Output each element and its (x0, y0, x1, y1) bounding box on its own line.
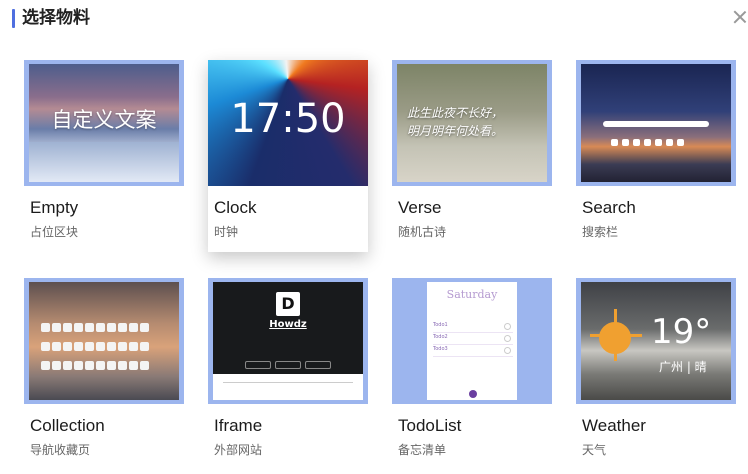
card-thumbnail: 17:50 (208, 60, 368, 186)
card-thumbnail: Saturday Todo1 Todo2 Todo3 (392, 278, 552, 404)
thumb-clock-time: 17:50 (230, 96, 346, 142)
material-card-search[interactable]: Search 搜索栏 (576, 60, 736, 252)
material-card-clock[interactable]: 17:50 Clock 时钟 (208, 60, 368, 252)
card-desc: 随机古诗 (398, 225, 447, 239)
card-name: Collection (30, 416, 105, 435)
thumb-verse-line: 明月明年何处看。 (407, 124, 504, 138)
material-card-empty[interactable]: 自定义文案 Empty 占位区块 (24, 60, 184, 252)
title-accent-bar (12, 9, 15, 28)
thumb-custom-text: 自定义文案 (51, 108, 157, 132)
thumb-logo-icon: D (276, 292, 300, 316)
card-name: TodoList (398, 416, 462, 435)
card-desc: 占位区块 (30, 225, 79, 239)
thumb-verse-line: 此生此夜不长好， (407, 106, 504, 120)
card-name: Iframe (214, 416, 263, 435)
thumb-temperature: 19° (651, 312, 712, 352)
card-desc: 导航收藏页 (30, 443, 91, 457)
thumb-todo-item: Todo3 (433, 346, 513, 357)
thumb-todo-item: Todo1 (433, 322, 513, 333)
close-icon[interactable] (732, 9, 748, 25)
thumb-todo-item: Todo2 (433, 334, 513, 345)
card-thumbnail: 自定义文案 (24, 60, 184, 186)
card-name: Weather (582, 416, 646, 435)
material-card-verse[interactable]: 此生此夜不长好， 明月明年何处看。 Verse 随机古诗 (392, 60, 552, 252)
thumb-todo-day: Saturday (446, 288, 498, 301)
card-desc: 时钟 (214, 225, 239, 239)
material-card-iframe[interactable]: D Howdz Iframe 外部网站 (208, 278, 368, 470)
thumb-content-lines (223, 382, 353, 397)
card-thumbnail (576, 60, 736, 186)
card-thumbnail (24, 278, 184, 404)
thumb-search-bar (603, 121, 709, 127)
thumb-site-title: Howdz (269, 319, 307, 330)
thumb-bookmark-grid (41, 320, 167, 377)
dialog-header: 选择物料 (0, 0, 748, 40)
card-thumbnail: D Howdz (208, 278, 368, 404)
card-name: Clock (214, 198, 257, 217)
card-thumbnail: 19° 广州 | 晴 (576, 278, 736, 404)
card-thumbnail: 此生此夜不长好， 明月明年何处看。 (392, 60, 552, 186)
thumb-shortcut-icons (611, 131, 701, 146)
card-desc: 备忘清单 (398, 443, 447, 457)
dialog-title: 选择物料 (22, 8, 90, 28)
thumb-todo-paper: Saturday Todo1 Todo2 Todo3 (427, 282, 517, 400)
card-desc: 天气 (582, 443, 607, 457)
card-name: Empty (30, 198, 79, 217)
card-name: Verse (398, 198, 442, 217)
thumb-add-icon (469, 390, 477, 398)
thumb-city: 广州 | 晴 (659, 360, 707, 374)
material-card-todolist[interactable]: Saturday Todo1 Todo2 Todo3 TodoList 备忘清单 (392, 278, 552, 470)
material-card-collection[interactable]: Collection 导航收藏页 (24, 278, 184, 470)
card-name: Search (582, 198, 636, 217)
card-desc: 外部网站 (214, 443, 263, 457)
material-card-weather[interactable]: 19° 广州 | 晴 Weather 天气 (576, 278, 736, 470)
thumb-buttons (245, 354, 335, 369)
card-desc: 搜索栏 (582, 225, 619, 239)
